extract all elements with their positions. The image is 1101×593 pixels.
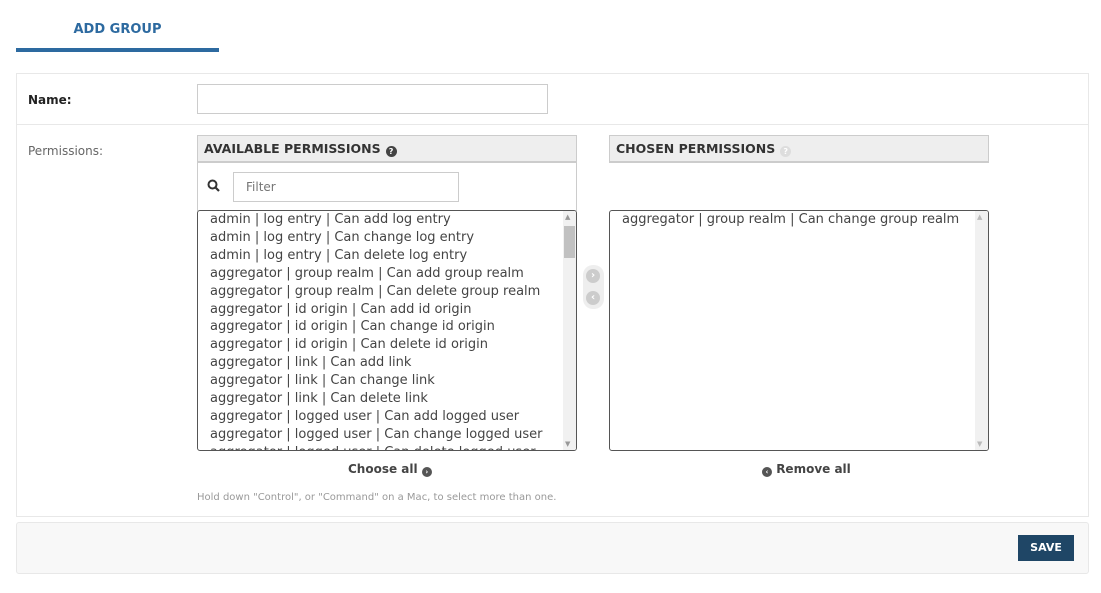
search-icon — [207, 179, 220, 192]
permission-option[interactable]: aggregator | id origin | Can add id orig… — [198, 301, 576, 319]
scrollbar[interactable]: ▲ ▼ — [975, 211, 988, 450]
help-text: Hold down "Control", or "Command" on a M… — [197, 492, 557, 503]
scrollbar-thumb[interactable] — [564, 226, 575, 258]
permission-option[interactable]: aggregator | logged user | Can change lo… — [198, 426, 576, 444]
filter-input[interactable] — [233, 172, 459, 202]
add-selected-arrow-icon[interactable]: › — [586, 269, 600, 283]
remove-selected-arrow-icon[interactable]: ‹ — [586, 291, 600, 305]
question-circle-icon[interactable]: ? — [385, 146, 397, 157]
permission-option[interactable]: aggregator | logged user | Can add logge… — [198, 408, 576, 426]
available-permissions-select[interactable]: admin | log entry | Can add log entry adm… — [197, 210, 577, 451]
permission-option[interactable]: admin | log entry | Can change log entry — [198, 229, 576, 247]
permission-option[interactable]: admin | log entry | Can add log entry — [198, 211, 576, 229]
chevron-right-circle-icon: › — [421, 467, 432, 477]
chevron-left-circle-icon: ‹ — [762, 467, 772, 477]
permission-option[interactable]: aggregator | group realm | Can change gr… — [610, 211, 988, 229]
remove-all-label: Remove all — [776, 462, 851, 476]
permission-option[interactable]: aggregator | id origin | Can delete id o… — [198, 336, 576, 354]
move-buttons: › ‹ — [583, 265, 604, 309]
chosen-permissions-header: CHOSEN PERMISSIONS? — [609, 135, 989, 163]
save-button[interactable]: SAVE — [1018, 535, 1074, 561]
choose-all-label: Choose all — [348, 462, 418, 476]
name-label: Name: — [28, 93, 72, 107]
scroll-up-arrow[interactable]: ▲ — [977, 213, 982, 221]
permission-option[interactable]: aggregator | group realm | Can add group… — [198, 265, 576, 283]
permission-option[interactable]: aggregator | id origin | Can change id o… — [198, 318, 576, 336]
tab-add-group[interactable]: ADD GROUP — [16, 18, 219, 52]
question-circle-icon[interactable]: ? — [780, 146, 792, 157]
permission-option[interactable]: aggregator | link | Can change link — [198, 372, 576, 390]
choose-all-link[interactable]: Choose all › — [348, 462, 432, 477]
permission-option[interactable]: admin | log entry | Can delete log entry — [198, 247, 576, 265]
scrollbar[interactable]: ▲ ▼ — [563, 211, 576, 450]
available-permissions-header: AVAILABLE PERMISSIONS? — [197, 135, 577, 163]
permission-option[interactable]: aggregator | link | Can add link — [198, 354, 576, 372]
permission-option[interactable]: aggregator | logged user | Can delete lo… — [198, 444, 576, 450]
scroll-up-arrow[interactable]: ▲ — [565, 213, 570, 221]
filter-box — [197, 162, 577, 211]
available-title: AVAILABLE PERMISSIONS — [204, 141, 381, 156]
chosen-permissions-select[interactable]: aggregator | group realm | Can change gr… — [609, 210, 989, 451]
remove-all-link[interactable]: ‹ Remove all — [762, 462, 851, 477]
divider — [17, 124, 1088, 125]
group-form: Name: Permissions: AVAILABLE PERMISSIONS… — [16, 73, 1089, 517]
permissions-label: Permissions: — [28, 144, 104, 158]
scroll-down-arrow[interactable]: ▼ — [977, 440, 982, 448]
permission-option[interactable]: aggregator | group realm | Can delete gr… — [198, 283, 576, 301]
name-input[interactable] — [197, 84, 548, 114]
submit-row: SAVE — [16, 522, 1089, 574]
chosen-title: CHOSEN PERMISSIONS — [616, 141, 776, 156]
permission-option[interactable]: aggregator | link | Can delete link — [198, 390, 576, 408]
scroll-down-arrow[interactable]: ▼ — [565, 440, 570, 448]
